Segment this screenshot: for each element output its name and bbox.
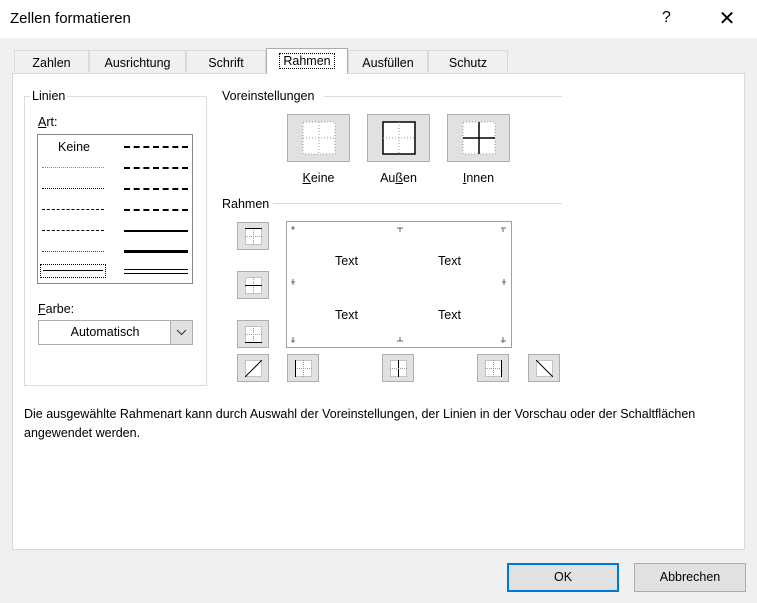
tab-rahmen[interactable]: Rahmen [266, 48, 348, 74]
border-inside-horizontal-button[interactable] [237, 271, 269, 299]
line-style-thin-selected[interactable] [40, 264, 106, 278]
line-style-double[interactable] [124, 269, 188, 274]
preview-corner-marks [291, 226, 506, 343]
chevron-down-icon[interactable] [170, 321, 192, 344]
line-style-dashed-thin[interactable] [42, 251, 104, 252]
preset-outline-button[interactable] [367, 114, 430, 162]
preset-none-button[interactable] [287, 114, 350, 162]
line-style-thick[interactable] [124, 250, 188, 253]
border-left-icon [295, 360, 312, 377]
tab-zahlen[interactable]: Zahlen [14, 50, 89, 72]
line-style-dotted[interactable] [42, 188, 104, 189]
diagonal-down-icon [536, 360, 553, 377]
help-button[interactable]: ? [662, 9, 671, 27]
style-label: Art: [38, 115, 58, 129]
preset-inside-icon [462, 121, 496, 155]
border-inside-vertical-icon [390, 360, 407, 377]
border-diagonal-up-button[interactable] [237, 354, 269, 382]
presets-title: Voreinstellungen [220, 89, 317, 103]
line-style-medium-dash-dot-dot[interactable] [124, 146, 188, 148]
preset-outline-label: Außen [380, 171, 417, 185]
close-button[interactable]: ✕ [716, 6, 738, 31]
border-right-icon [485, 360, 502, 377]
lines-group-title: Linien [30, 89, 68, 103]
line-style-none[interactable]: Keine [58, 140, 90, 154]
line-style-medium-dashed[interactable] [124, 209, 188, 211]
border-inside-horizontal-icon [245, 277, 262, 294]
border-preview[interactable]: Text Text Text Text [286, 221, 512, 348]
cancel-button[interactable]: Abbrechen [634, 563, 746, 592]
line-style-dash-dot-thin[interactable] [42, 230, 104, 231]
preview-text-bottom-left: Text [335, 308, 358, 322]
line-style-medium[interactable] [124, 230, 188, 232]
title-bar: Zellen formatieren ? ✕ [0, 0, 757, 38]
tab-schrift[interactable]: Schrift [186, 50, 266, 72]
preset-outline-icon [382, 121, 416, 155]
color-label: Farbe: [38, 302, 75, 316]
border-inside-vertical-button[interactable] [382, 354, 414, 382]
preset-none-icon [302, 121, 336, 155]
window-title: Zellen formatieren [10, 10, 131, 27]
preview-text-top-right: Text [438, 254, 461, 268]
line-style-medium-dash-dot[interactable] [124, 188, 188, 190]
border-separator [273, 203, 562, 204]
presets-separator [324, 96, 562, 97]
preset-inside-label: Innen [462, 171, 495, 185]
line-style-hairline[interactable] [42, 167, 104, 168]
tab-ausfuellen[interactable]: Ausfüllen [348, 50, 428, 72]
border-diagonal-down-button[interactable] [528, 354, 560, 382]
line-style-slanted-dash-dot[interactable] [124, 167, 188, 169]
border-top-button[interactable] [237, 222, 269, 250]
border-bottom-button[interactable] [237, 320, 269, 348]
border-bottom-icon [245, 326, 262, 343]
line-style-dash-dot-dot-thin[interactable] [42, 209, 104, 210]
border-left-button[interactable] [287, 354, 319, 382]
border-title: Rahmen [220, 197, 272, 211]
color-dropdown-value: Automatisch [70, 325, 140, 339]
tab-ausrichtung[interactable]: Ausrichtung [89, 50, 186, 72]
border-right-button[interactable] [477, 354, 509, 382]
ok-button[interactable]: OK [507, 563, 619, 592]
preview-text-top-left: Text [335, 254, 358, 268]
border-top-icon [245, 228, 262, 245]
tab-schutz[interactable]: Schutz [428, 50, 508, 72]
preset-inside-button[interactable] [447, 114, 510, 162]
diagonal-up-icon [245, 360, 262, 377]
description-text: Die ausgewählte Rahmenart kann durch Aus… [24, 407, 696, 440]
color-dropdown[interactable]: Automatisch [38, 320, 193, 345]
preset-none-label: Keine [302, 171, 335, 185]
line-style-list[interactable]: Keine [37, 134, 193, 284]
preview-text-bottom-right: Text [438, 308, 461, 322]
